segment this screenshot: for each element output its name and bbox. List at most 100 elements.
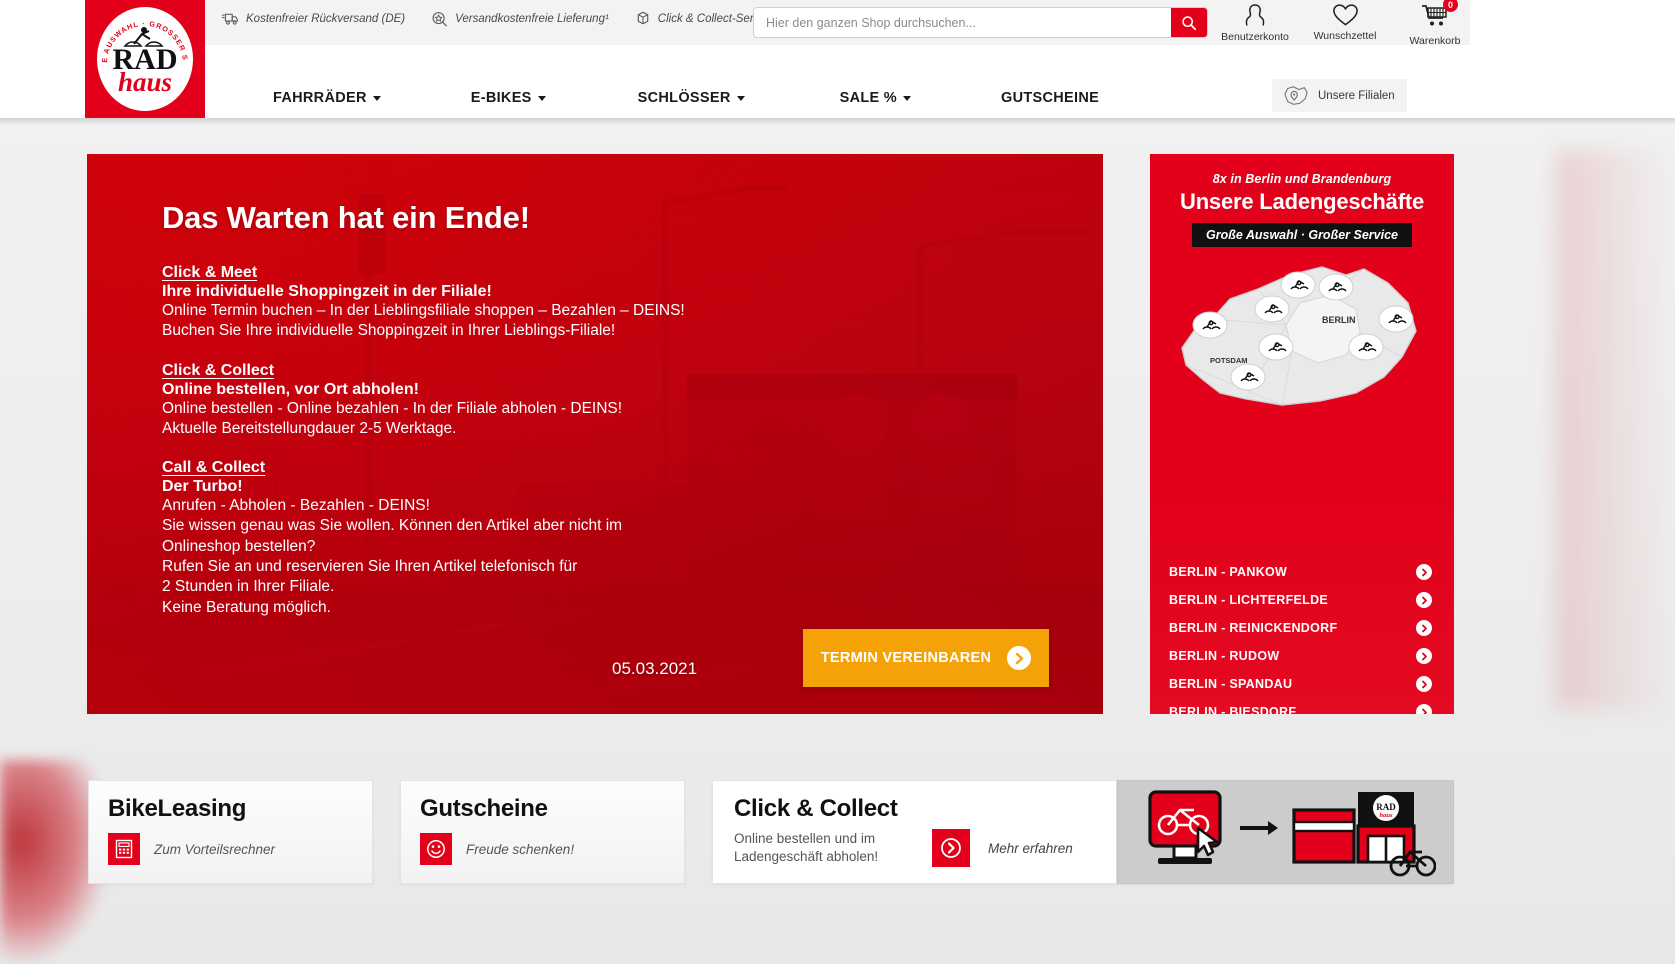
hero-block-line: Online bestellen - Online bezahlen - In … — [162, 399, 623, 417]
background-blur-right — [1555, 150, 1675, 710]
card-caption: Zum Vorteilsrechner — [154, 841, 276, 857]
search-bar[interactable] — [753, 7, 1208, 38]
hero-block-title[interactable]: Click & Collect — [162, 362, 1022, 380]
usp-item-return[interactable]: Kostenfreier Rückversand (DE) — [222, 11, 405, 26]
chevron-right-icon — [1416, 648, 1432, 664]
card-gutscheine[interactable]: Gutscheine Freude schenken! — [400, 780, 685, 884]
store-label: BERLIN - RUDOW — [1169, 649, 1280, 663]
store-label: BERLIN - LICHTERFELDE — [1169, 593, 1329, 607]
usp-label: Versandkostenfreie Lieferung¹ — [455, 12, 609, 25]
heart-icon — [1332, 4, 1358, 26]
hero-block-subtitle: Online bestellen, vor Ort abholen! — [162, 380, 419, 398]
hero-block-subtitle: Ihre individuelle Shoppingzeit in der Fi… — [162, 283, 492, 300]
main-navigation: FAHRRÄDER E-BIKES SCHLÖSSER SALE % GUTSC… — [205, 78, 1305, 118]
smiley-icon — [420, 833, 452, 865]
stores-kicker: 8x in Berlin und Brandenburg — [1212, 172, 1392, 186]
card-action-row[interactable]: Freude schenken! — [401, 823, 684, 865]
stores-shortcut-label: Unsere Filialen — [1318, 89, 1395, 102]
card-clickcollect[interactable]: Click & Collect Online bestellen und im … — [712, 780, 1117, 884]
nav-item-schloesser[interactable]: SCHLÖSSER — [638, 90, 745, 106]
hero-block-line: Rufen Sie an und reservieren Sie Ihren A… — [162, 558, 578, 576]
search-input[interactable] — [754, 8, 1171, 37]
chevron-down-icon — [903, 95, 911, 101]
wishlist-button[interactable]: Wunschzettel — [1312, 2, 1378, 47]
appointment-cta-button[interactable]: TERMIN VEREINBAREN — [803, 629, 1049, 687]
arrow-right-circle-icon — [1007, 646, 1032, 670]
hero-headline: Das Warten hat ein Ende! — [162, 200, 530, 235]
cart-badge: 0 — [1443, 0, 1458, 12]
chevron-right-icon — [1416, 592, 1432, 608]
store-item-rudow[interactable]: BERLIN - RUDOW — [1150, 642, 1454, 670]
site-header: GROSSE AUSWAHL · GROSSER SERVICE RAD hau… — [0, 0, 1675, 118]
card-title: BikeLeasing — [108, 795, 247, 822]
calculator-icon — [108, 833, 140, 865]
chevron-right-icon — [1416, 564, 1432, 580]
store-item-pankow[interactable]: BERLIN - PANKOW — [1150, 558, 1454, 586]
nav-item-sale[interactable]: SALE % — [840, 90, 911, 106]
hero-block-line: Keine Beratung möglich. — [162, 598, 331, 616]
user-icon — [1245, 4, 1265, 26]
hero-block-click-meet: Click & Meet Ihre individuelle Shoppingz… — [162, 264, 1022, 342]
hero-block-line: Buchen Sie Ihre individuelle Shoppingzei… — [162, 322, 616, 340]
map-label-potsdam: POTSDAM — [1210, 356, 1248, 365]
stores-shortcut-button[interactable]: Unsere Filialen — [1272, 79, 1407, 112]
store-item-reinickendorf[interactable]: BERLIN - REINICKENDORF — [1150, 614, 1454, 642]
stores-map: BERLIN POTSDAM — [1150, 253, 1454, 418]
truck-icon — [222, 13, 238, 25]
stores-title: Unsere Ladengeschäfte — [1180, 189, 1424, 214]
nav-label: E-BIKES — [470, 90, 532, 106]
stores-badge: Große Auswahl · Großer Service — [1192, 223, 1412, 247]
chevron-down-icon — [372, 95, 381, 101]
card-description: Online bestellen und im Ladengeschäft ab… — [734, 830, 879, 864]
hero-block-line: 2 Stunden in Ihrer Filiale. — [162, 578, 335, 596]
chevron-down-icon — [736, 95, 745, 101]
hero-block-call-collect: Call & Collect Der Turbo! Anrufen - Abho… — [162, 459, 1022, 618]
box-icon — [637, 11, 649, 25]
hero-date: 05.03.2021 — [612, 659, 698, 678]
nav-label: SCHLÖSSER — [637, 90, 731, 106]
nav-label: FAHRRÄDER — [273, 90, 367, 106]
header-shadow — [0, 118, 1675, 125]
hero-block-title[interactable]: Call & Collect — [162, 459, 1022, 477]
store-item-biesdorf[interactable]: BERLIN - BIESDORF — [1150, 698, 1454, 714]
logo-oval: GROSSE AUSWAHL · GROSSER SERVICE RAD hau… — [97, 7, 193, 111]
cart-button[interactable]: 0 Warenkorb — [1402, 0, 1468, 47]
hero-block-line: Online Termin buchen – In der Lieblingsf… — [162, 302, 685, 319]
card-title: Gutscheine — [420, 795, 548, 822]
clickcollect-illustration: RAD haus — [1118, 781, 1453, 883]
hero-block-line: Anrufen - Abholen - Bezahlen - DEINS! — [162, 497, 430, 515]
nav-label: SALE % — [839, 90, 897, 106]
card-action-row[interactable]: Zum Vorteilsrechner — [89, 823, 372, 865]
card-more-label: Mehr erfahren — [988, 840, 1073, 856]
search-submit-button[interactable] — [1171, 8, 1207, 37]
store-item-spandau[interactable]: BERLIN - SPANDAU — [1150, 670, 1454, 698]
wishlist-label: Wunschzettel — [1313, 30, 1377, 42]
card-bikeleasing[interactable]: BikeLeasing Zum Vorteilsrechner — [88, 780, 373, 884]
site-logo[interactable]: GROSSE AUSWAHL · GROSSER SERVICE RAD hau… — [85, 0, 205, 118]
store-item-lichterfelde[interactable]: BERLIN - LICHTERFELDE — [1150, 586, 1454, 614]
parcel-star-icon — [432, 11, 448, 27]
chevron-right-icon — [1416, 704, 1432, 714]
card-caption: Freude schenken! — [466, 841, 575, 857]
berlin-brandenburg-map-icon: BERLIN POTSDAM — [1181, 266, 1417, 406]
hero-block-click-collect: Click & Collect Online bestellen, vor Or… — [162, 362, 1022, 440]
card-title: Click & Collect — [734, 795, 898, 822]
svg-text:RAD: RAD — [1376, 802, 1396, 812]
account-button[interactable]: Benutzerkonto — [1221, 2, 1289, 47]
cta-label: TERMIN VEREINBAREN — [820, 650, 992, 666]
arrow-right-circle-icon[interactable] — [932, 829, 970, 867]
chevron-down-icon — [537, 95, 546, 101]
svg-text:haus: haus — [1379, 812, 1392, 819]
card-action-row[interactable]: Online bestellen und im Ladengeschäft ab… — [713, 823, 1116, 867]
map-label-berlin: BERLIN — [1322, 315, 1356, 325]
nav-item-fahrraeder[interactable]: FAHRRÄDER — [273, 90, 381, 106]
usp-list: Kostenfreier Rückversand (DE) Versandkos… — [222, 10, 774, 27]
nav-item-gutscheine[interactable]: GUTSCHEINE — [1001, 90, 1099, 106]
store-label: BERLIN - REINICKENDORF — [1169, 621, 1338, 635]
nav-item-ebikes[interactable]: E-BIKES — [471, 90, 546, 106]
store-label: BERLIN - SPANDAU — [1169, 677, 1293, 691]
hero-banner[interactable]: Das Warten hat ein Ende! Click & Meet Ih… — [87, 154, 1103, 714]
store-label: BERLIN - PANKOW — [1169, 565, 1288, 579]
hero-block-title[interactable]: Click & Meet — [162, 264, 1022, 282]
usp-item-shipping[interactable]: Versandkostenfreie Lieferung¹ — [431, 11, 609, 27]
